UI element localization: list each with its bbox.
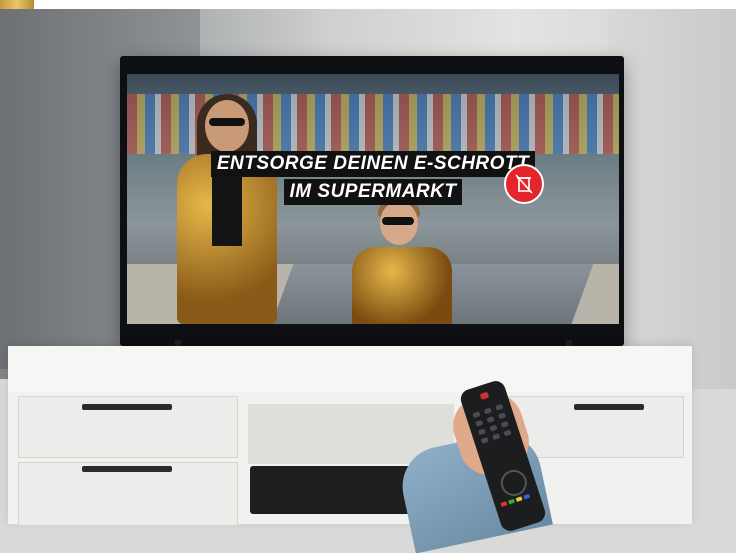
yellow-button (515, 496, 523, 502)
headline-line-2: IM SUPERMARKT (283, 179, 463, 205)
drawer-handle (574, 404, 644, 410)
recycle-bin-crossed-icon (504, 164, 544, 204)
sunglasses-icon (209, 118, 245, 126)
blue-button (523, 493, 531, 500)
performer-left-head (205, 100, 249, 152)
drawer-handle (82, 404, 172, 410)
tv-screen: ENTSORGE DEINEN E-SCHROTT IM SUPERMARKT (127, 74, 619, 324)
number-pad (472, 403, 512, 444)
green-button (508, 498, 515, 505)
top-strip (0, 0, 736, 9)
headline-line-1: ENTSORGE DEINEN E-SCHROTT (210, 151, 536, 177)
cabinet-top (8, 346, 692, 392)
wall-panel-right (608, 9, 736, 389)
power-button (479, 391, 490, 400)
ad-headline: ENTSORGE DEINEN E-SCHROTT IM SUPERMARKT (127, 150, 619, 206)
sunglasses-icon (382, 217, 414, 225)
drawer-handle (82, 466, 172, 472)
red-button (500, 501, 508, 507)
performer-left (167, 94, 287, 324)
corner-logo (0, 0, 34, 9)
sequin-suit (352, 247, 452, 324)
performer-right (342, 199, 462, 324)
